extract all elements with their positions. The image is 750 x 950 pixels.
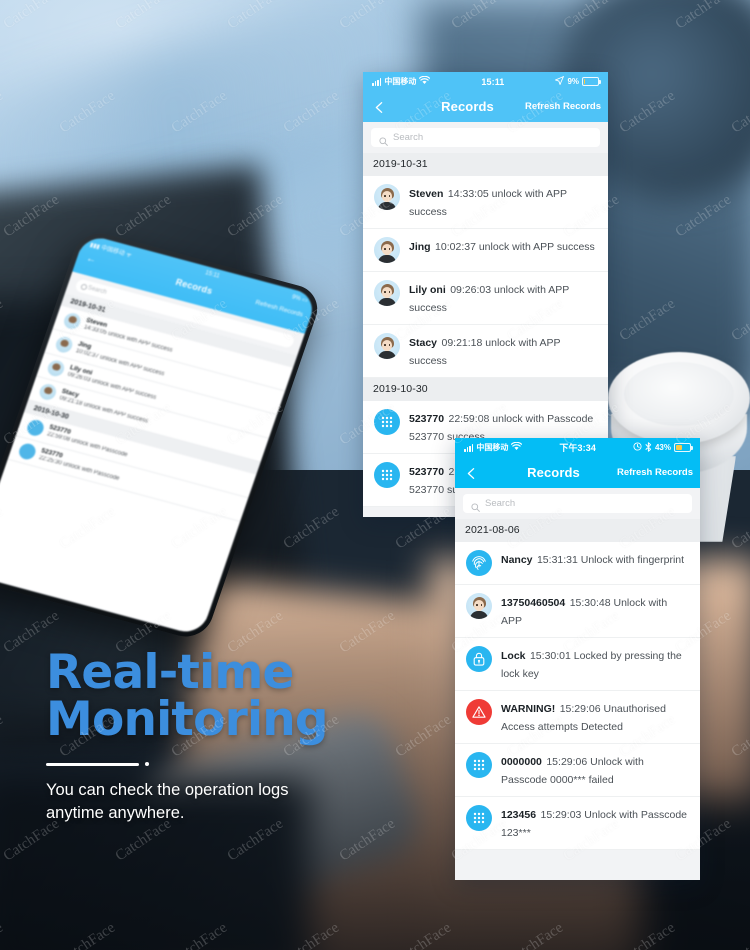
warning-icon xyxy=(466,699,492,725)
subtitle-line-2: anytime anywhere. xyxy=(46,804,185,823)
date-group-header: 2019-10-30 xyxy=(363,378,608,401)
record-name: 0000000 xyxy=(501,756,542,768)
divider-line xyxy=(46,762,139,766)
record-name: 13750460504 xyxy=(501,597,566,609)
user-avatar-icon xyxy=(374,184,400,210)
record-row[interactable]: 123456 15:29:03 Unlock with Passcode 123… xyxy=(455,797,700,850)
record-row[interactable]: Nancy 15:31:31 Unlock with fingerprint xyxy=(455,542,700,585)
status-bar: 中国移动 下午3:34 43% xyxy=(455,438,700,457)
alarm-icon xyxy=(633,442,642,453)
headline-divider xyxy=(46,762,376,767)
cup-lid xyxy=(608,352,750,444)
search-area: Search xyxy=(363,122,608,153)
status-time: 下午3:34 xyxy=(559,443,596,453)
record-name: Lock xyxy=(501,650,526,662)
fingerprint-icon xyxy=(466,550,492,576)
user-avatar-icon xyxy=(45,358,67,378)
records-list: Nancy 15:31:31 Unlock with fingerprint 1… xyxy=(455,542,700,850)
keypad-icon xyxy=(466,805,492,831)
keypad-icon xyxy=(25,418,46,438)
user-avatar-icon xyxy=(374,333,400,359)
lock-icon xyxy=(466,646,492,672)
search-icon xyxy=(379,133,388,146)
records-screenshot-secondary: 中国移动 下午3:34 43% Records Refresh Records … xyxy=(455,438,700,880)
record-name: Stacy xyxy=(409,337,438,349)
marketing-headline-block: Real-time Monitoring You can check the o… xyxy=(46,645,376,826)
keypad-icon xyxy=(16,441,38,462)
phone-status-time: 15:11 xyxy=(204,270,221,280)
record-description: 15:31:31 Unlock with fingerprint xyxy=(536,554,685,566)
record-row[interactable]: Lock 15:30:01 Locked by pressing the loc… xyxy=(455,638,700,691)
headline-line-2: Monitoring xyxy=(46,691,329,747)
carrier-label: 中国移动 xyxy=(476,443,509,452)
user-avatar-icon xyxy=(61,311,83,331)
status-bar: 中国移动 15:11 9% xyxy=(363,72,608,91)
cup-lid-inner xyxy=(624,362,734,426)
date-group-header: 2019-10-31 xyxy=(363,153,608,176)
record-name: Jing xyxy=(409,241,431,253)
record-row[interactable]: 13750460504 15:30:48 Unlock with APP xyxy=(455,585,700,638)
battery-percent: 9% xyxy=(567,77,579,86)
record-row[interactable]: Steven 14:33:05 unlock with APP success xyxy=(363,176,608,229)
search-placeholder: Search xyxy=(393,132,424,143)
battery-charging-icon xyxy=(582,77,601,86)
carrier-label: 中国移动 xyxy=(384,77,417,86)
divider-dot xyxy=(145,762,149,767)
wifi-icon xyxy=(419,75,431,87)
user-avatar-icon xyxy=(53,335,75,355)
keypad-icon xyxy=(374,462,400,488)
record-row[interactable]: Jing 10:02:37 unlock with APP success xyxy=(363,229,608,272)
record-row[interactable]: Lily oni 09:26:03 unlock with APP succes… xyxy=(363,272,608,325)
user-avatar-icon xyxy=(37,382,59,402)
location-arrow-icon xyxy=(554,75,565,87)
records-list: Steven 14:33:05 unlock with APP success … xyxy=(363,176,608,378)
record-name: Nancy xyxy=(501,554,533,566)
record-name: 523770 xyxy=(409,466,445,478)
status-time: 15:11 xyxy=(481,76,505,87)
search-input[interactable]: Search xyxy=(371,128,600,147)
phone-battery: 9% ▭ xyxy=(290,294,309,305)
keypad-icon xyxy=(374,409,400,435)
record-row[interactable]: Stacy 09:21:18 unlock with APP success xyxy=(363,325,608,378)
date-group-header: 2021-08-06 xyxy=(455,519,700,542)
battery-percent: 43% xyxy=(654,443,671,452)
subtitle-line-1: You can check the operation logs xyxy=(46,781,289,800)
phone-search-placeholder: Search xyxy=(87,284,108,296)
promo-banner: ▮▮▮ 中国移动 ᯤ 15:11 9% ▭ ← Records Refresh … xyxy=(0,0,750,950)
headline-line-1: Real-time xyxy=(46,645,294,700)
refresh-records-button[interactable]: Refresh Records xyxy=(525,101,601,112)
keypad-icon xyxy=(466,752,492,778)
battery-icon xyxy=(673,443,693,452)
record-row[interactable]: 0000000 15:29:06 Unlock with Passcode 00… xyxy=(455,744,700,797)
record-description: 10:02:37 unlock with APP success xyxy=(435,241,595,253)
search-area: Search xyxy=(455,488,700,519)
record-name: 523770 xyxy=(409,413,445,425)
record-name: 123456 xyxy=(501,809,537,821)
nav-bar: Records Refresh Records xyxy=(363,91,608,122)
user-avatar-icon xyxy=(466,593,492,619)
record-name: Lily oni xyxy=(409,284,446,296)
signal-bars-icon xyxy=(372,77,382,86)
user-avatar-icon xyxy=(374,237,400,263)
bluetooth-icon xyxy=(645,441,652,454)
record-row[interactable]: WARNING! 15:29:06 Unauthorised Access at… xyxy=(455,691,700,744)
search-input[interactable]: Search xyxy=(463,494,692,513)
user-avatar-icon xyxy=(374,280,400,306)
record-description: 15:30:01 Locked by pressing the lock key xyxy=(501,650,682,680)
wifi-icon xyxy=(511,441,523,453)
record-name: WARNING! xyxy=(501,703,556,715)
signal-bars-icon xyxy=(464,443,474,452)
search-icon xyxy=(471,499,480,512)
record-name: Steven xyxy=(409,188,444,200)
nav-bar: Records Refresh Records xyxy=(455,457,700,488)
search-placeholder: Search xyxy=(485,498,516,509)
refresh-records-button[interactable]: Refresh Records xyxy=(617,467,693,478)
